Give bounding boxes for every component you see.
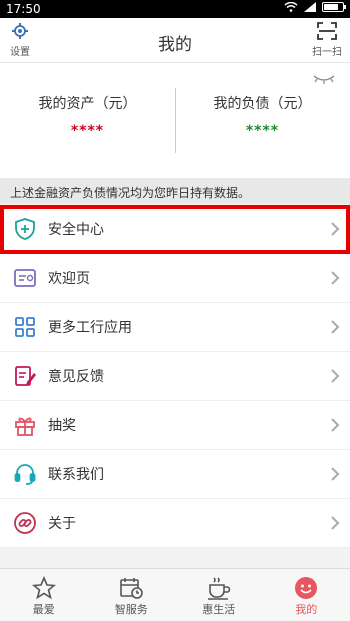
scan-icon: [317, 22, 337, 40]
chevron-right-icon: [331, 369, 340, 383]
liabilities-column[interactable]: 我的负债（元） ****: [175, 93, 350, 139]
tab-life[interactable]: 惠生活: [175, 569, 263, 621]
smile-icon: [295, 577, 318, 599]
tab-mine[interactable]: 我的: [263, 569, 350, 621]
welcome-card-icon: [12, 265, 38, 291]
signal-icon: [304, 2, 316, 12]
tab-label: 我的: [295, 603, 318, 616]
page-title: 我的: [158, 35, 192, 55]
chevron-right-icon: [331, 222, 340, 236]
assets-panel: 我的资产（元） **** 我的负债（元） ****: [0, 63, 350, 178]
feedback-icon: [12, 363, 38, 389]
battery-icon: [322, 2, 346, 12]
menu-list: 安全中心 欢迎页 更多工行应用 意见反馈 抽奖 联系我们 关于: [0, 205, 350, 548]
wifi-icon: [284, 2, 298, 12]
menu-item-welcome[interactable]: 欢迎页: [0, 254, 350, 303]
scan-button[interactable]: 扫一扫: [312, 22, 342, 58]
menu-item-label: 意见反馈: [48, 369, 104, 385]
menu-item-label: 联系我们: [48, 467, 104, 483]
status-time: 17:50: [6, 2, 41, 16]
tab-smart-service[interactable]: 智服务: [88, 569, 176, 621]
menu-item-label: 欢迎页: [48, 271, 90, 287]
tab-label: 惠生活: [202, 603, 236, 616]
tab-label: 最爱: [32, 603, 55, 616]
menu-item-label: 关于: [48, 516, 76, 532]
liabilities-value: ****: [245, 123, 280, 139]
shield-plus-icon: [12, 216, 38, 242]
chevron-right-icon: [331, 516, 340, 530]
scan-label: 扫一扫: [312, 47, 342, 58]
status-bar: 17:50: [0, 0, 350, 18]
chevron-right-icon: [331, 418, 340, 432]
chevron-right-icon: [331, 271, 340, 285]
calendar-clock-icon: [120, 578, 144, 599]
page-header: 设置 我的 扫一扫: [0, 18, 350, 63]
liabilities-label: 我的负债（元）: [213, 96, 312, 112]
gift-icon: [12, 412, 38, 438]
assets-value: ****: [70, 123, 105, 139]
headset-icon: [12, 461, 38, 487]
link-icon: [12, 510, 38, 536]
apps-grid-icon: [12, 314, 38, 340]
chevron-right-icon: [331, 467, 340, 481]
assets-column[interactable]: 我的资产（元） ****: [0, 93, 175, 139]
star-icon: [31, 576, 56, 600]
data-notice: 上述金融资产负债情况均为您昨日持有数据。: [0, 178, 350, 204]
bottom-tab-bar: 最爱 智服务 惠生活 我的: [0, 568, 350, 621]
menu-item-feedback[interactable]: 意见反馈: [0, 352, 350, 401]
status-icons: [284, 2, 346, 12]
menu-item-more-apps[interactable]: 更多工行应用: [0, 303, 350, 352]
menu-item-label: 抽奖: [48, 418, 76, 434]
coffee-icon: [207, 577, 231, 600]
menu-item-lottery[interactable]: 抽奖: [0, 401, 350, 450]
menu-item-label: 更多工行应用: [48, 320, 132, 336]
hide-eye-icon[interactable]: [312, 73, 336, 85]
menu-item-security-center[interactable]: 安全中心: [0, 205, 350, 254]
menu-item-about[interactable]: 关于: [0, 499, 350, 548]
assets-label: 我的资产（元）: [38, 96, 137, 112]
tab-label: 智服务: [114, 603, 148, 616]
chevron-right-icon: [331, 320, 340, 334]
menu-item-contact-us[interactable]: 联系我们: [0, 450, 350, 499]
tab-favorites[interactable]: 最爱: [0, 569, 88, 621]
menu-item-label: 安全中心: [48, 222, 104, 238]
